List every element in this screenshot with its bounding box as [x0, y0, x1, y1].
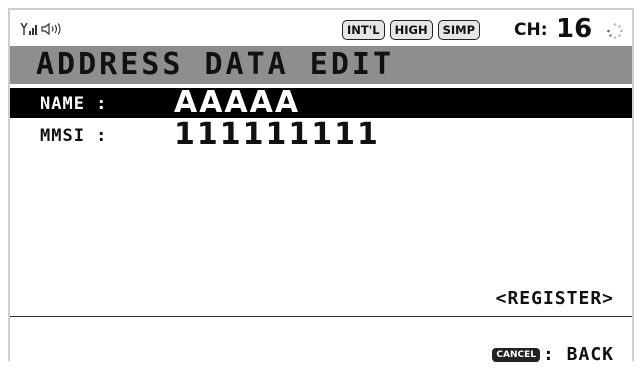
back-hint-label: : BACK [542, 344, 614, 365]
mode-badges: INT'L HIGH SIMP [342, 20, 481, 40]
mmsi-field-row[interactable]: MMSI : 111111111 [10, 119, 632, 151]
antenna-signal-icon [20, 22, 37, 35]
mmsi-field-label: MMSI : [40, 126, 108, 146]
status-bar: INT'L HIGH SIMP CH: 16 [10, 10, 632, 46]
radio-display: INT'L HIGH SIMP CH: 16 ADDRESS DATA EDIT… [8, 8, 634, 365]
name-field-row[interactable]: NAME : AAAAA [10, 87, 632, 119]
footer-divider [10, 316, 632, 317]
intl-badge: INT'L [342, 20, 385, 40]
mmsi-field-value[interactable]: 111111111 [174, 119, 380, 151]
channel-label: CH: [514, 20, 548, 40]
page-title: ADDRESS DATA EDIT [36, 47, 395, 82]
name-field-value[interactable]: AAAAA [174, 87, 300, 119]
channel-number: 16 [556, 14, 593, 44]
title-bar: ADDRESS DATA EDIT [10, 46, 632, 84]
cancel-key-icon[interactable]: CANCEL [492, 348, 540, 362]
speaker-icon [41, 22, 61, 36]
simplex-badge: SIMP [437, 20, 481, 40]
busy-spinner-icon [607, 23, 623, 39]
register-button[interactable]: <REGISTER> [496, 288, 614, 310]
footer-hint: CANCEL : BACK [492, 344, 614, 366]
name-field-label: NAME : [40, 94, 108, 114]
power-high-badge: HIGH [389, 20, 433, 40]
